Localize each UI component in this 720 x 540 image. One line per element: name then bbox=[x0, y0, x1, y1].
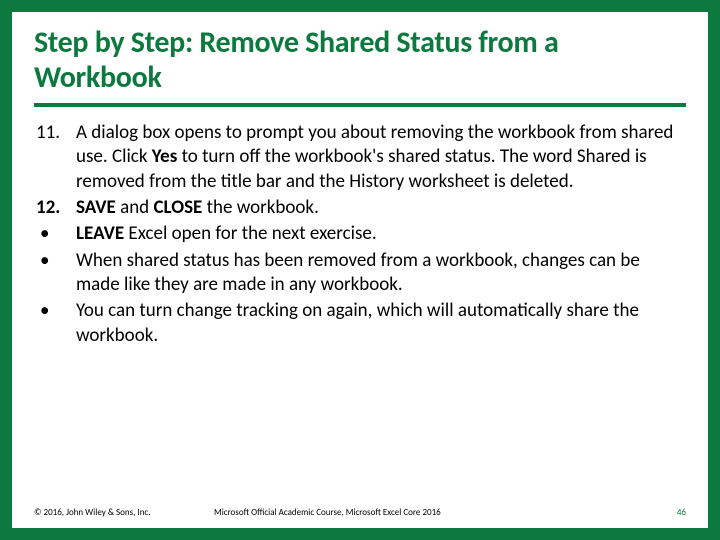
item-text: SAVE and CLOSE the workbook. bbox=[76, 196, 686, 220]
list-item: 11. A dialog box opens to prompt you abo… bbox=[36, 121, 686, 194]
item-text: You can turn change tracking on again, w… bbox=[76, 299, 686, 348]
item-text: A dialog box opens to prompt you about r… bbox=[76, 121, 686, 194]
item-marker: 11. bbox=[36, 121, 76, 194]
bullet-icon: • bbox=[36, 299, 76, 348]
footer-course: Microsoft Official Academic Course, Micr… bbox=[214, 507, 646, 518]
list-item: • When shared status has been removed fr… bbox=[36, 249, 686, 298]
footer-page-number: 46 bbox=[646, 507, 686, 518]
list-item: • LEAVE Excel open for the next exercise… bbox=[36, 222, 686, 246]
footer: © 2016, John Wiley & Sons, Inc. Microsof… bbox=[34, 501, 686, 518]
bullet-icon: • bbox=[36, 249, 76, 298]
content-area: 11. A dialog box opens to prompt you abo… bbox=[34, 121, 686, 501]
list-item: • You can turn change tracking on again,… bbox=[36, 299, 686, 348]
list-item: 12. SAVE and CLOSE the workbook. bbox=[36, 196, 686, 220]
bullet-icon: • bbox=[36, 222, 76, 246]
item-text: When shared status has been removed from… bbox=[76, 249, 686, 298]
item-text: LEAVE Excel open for the next exercise. bbox=[76, 222, 686, 246]
footer-copyright: © 2016, John Wiley & Sons, Inc. bbox=[34, 507, 214, 518]
slide-container: Step by Step: Remove Shared Status from … bbox=[0, 0, 720, 540]
slide-title: Step by Step: Remove Shared Status from … bbox=[34, 26, 686, 107]
item-marker: 12. bbox=[36, 196, 76, 220]
slide-inner: Step by Step: Remove Shared Status from … bbox=[12, 12, 708, 528]
